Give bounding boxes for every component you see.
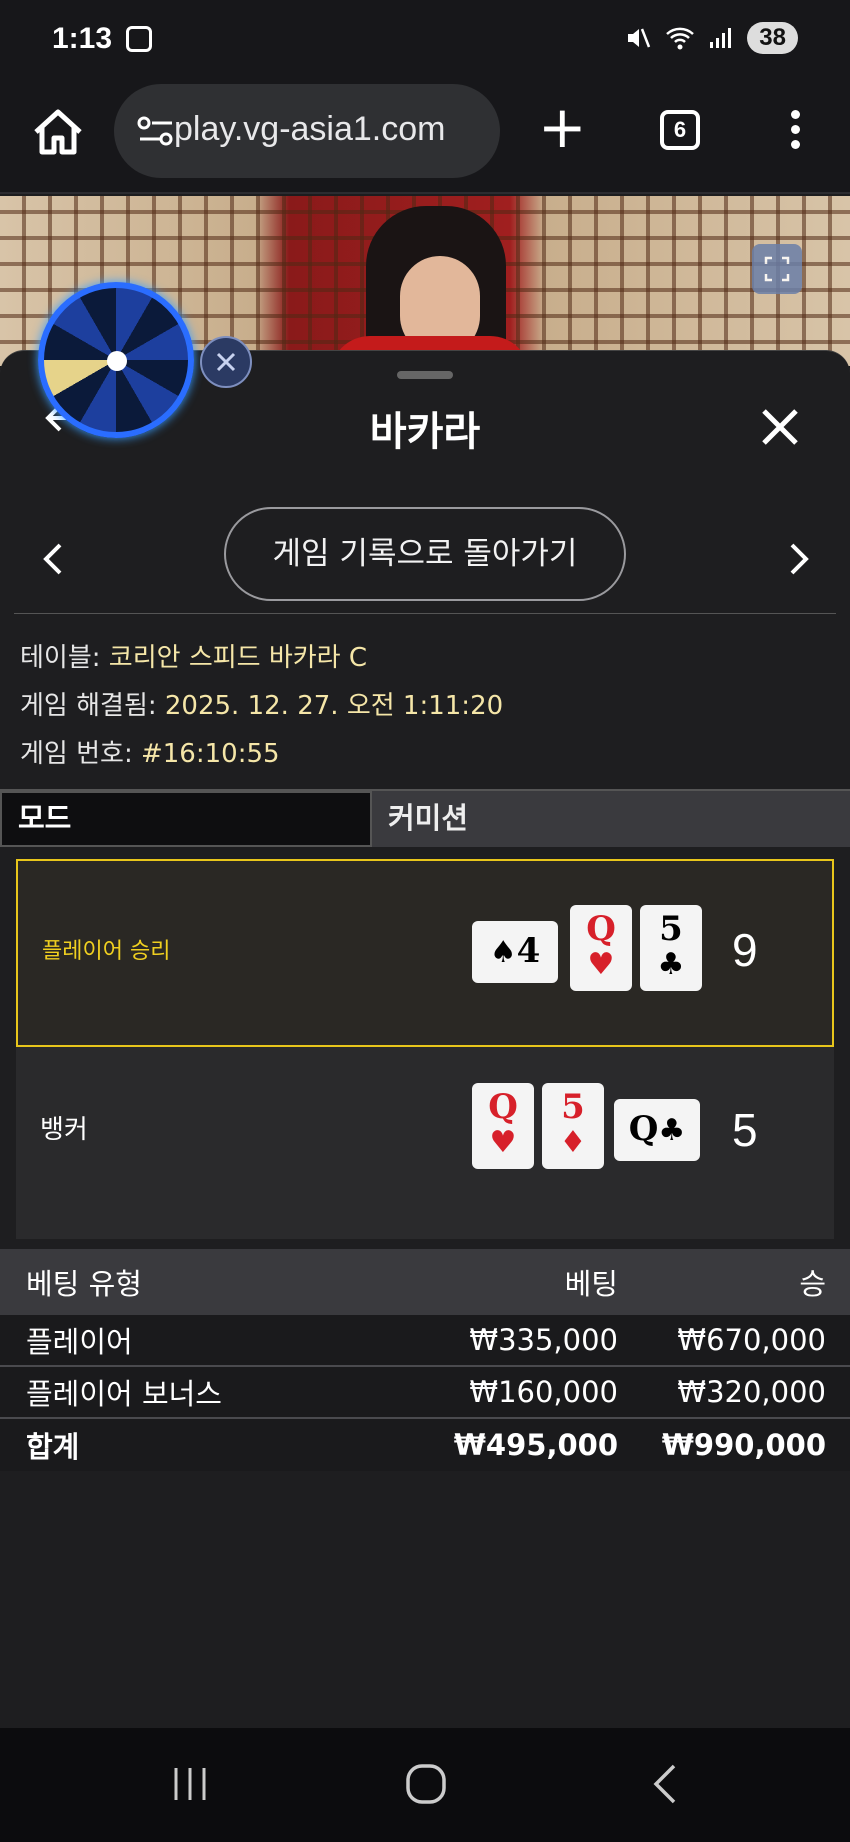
win-amount: ₩320,000	[677, 1375, 826, 1409]
banker-score: 5	[732, 1104, 758, 1156]
total-win: ₩990,000	[661, 1428, 826, 1462]
wheel-widget[interactable]	[38, 282, 194, 438]
wifi-icon	[666, 27, 695, 50]
playing-card: Q ♥	[472, 1083, 534, 1169]
hand-results: 플레이어 승리 ♠4 Q ♥ 5 ♣ 9 뱅커 Q ♥ 5 ♦ Q♣ 5	[16, 859, 834, 1239]
wheel-hub	[107, 351, 127, 371]
header-bet-type: 베팅 유형	[26, 1267, 142, 1301]
banker-row: 뱅커 Q ♥ 5 ♦ Q♣ 5	[16, 1047, 834, 1239]
game-number-info: 게임 번호: #16:10:55	[20, 733, 280, 770]
playing-card: 5 ♣	[640, 905, 702, 991]
total-bet: ₩495,000	[453, 1428, 618, 1462]
back-nav-icon[interactable]	[650, 1762, 680, 1806]
table-row: 플레이어 ₩335,000 ₩670,000	[0, 1315, 850, 1367]
game-detail-sheet: 바카라 게임 기록으로 돌아가기 테이블: 코리안 스피드 바카라 C 게임 해…	[0, 350, 850, 1728]
signal-icon	[710, 28, 732, 48]
banker-label: 뱅커	[40, 1115, 88, 1145]
chevron-right-icon[interactable]	[784, 539, 814, 579]
battery-indicator: 38	[747, 22, 798, 54]
table-row: 플레이어 보너스 ₩160,000 ₩320,000	[0, 1367, 850, 1419]
header-win: 승	[799, 1267, 826, 1301]
player-row: 플레이어 승리 ♠4 Q ♥ 5 ♣ 9	[16, 859, 834, 1047]
total-row: 합계 ₩495,000 ₩990,000	[0, 1419, 850, 1471]
tab-switcher-button[interactable]: 6	[660, 110, 700, 150]
header-bet: 베팅	[564, 1267, 618, 1301]
info-label: 테이블:	[20, 643, 109, 673]
playing-card: ♠4	[472, 921, 558, 983]
info-label: 게임 번호:	[20, 739, 141, 769]
info-value: #16:10:55	[140, 739, 280, 769]
info-label: 게임 해결됨:	[20, 691, 165, 721]
mute-icon	[628, 28, 651, 48]
player-score: 9	[732, 924, 758, 976]
playing-card: 5 ♦	[542, 1083, 604, 1169]
wheel-close-icon[interactable]	[200, 336, 252, 388]
tab-commission[interactable]: 커미션	[372, 791, 850, 847]
new-tab-button[interactable]: +	[538, 98, 587, 158]
more-menu-icon[interactable]	[780, 110, 810, 154]
playing-card: Q ♥	[570, 905, 632, 991]
status-time: 1:13	[52, 22, 113, 55]
recent-apps-icon[interactable]	[170, 1764, 210, 1804]
bet-type: 플레이어 보너스	[26, 1377, 222, 1411]
status-bar: 1:13 38	[0, 0, 850, 82]
back-to-history-button[interactable]: 게임 기록으로 돌아가기	[224, 507, 626, 601]
address-bar[interactable]: play.vg-asia1.com	[114, 84, 500, 178]
info-value: 2025. 12. 27. 오전 1:11:20	[164, 691, 504, 721]
playing-card: Q♣	[614, 1099, 700, 1161]
player-result-label: 플레이어 승리	[42, 939, 171, 964]
win-amount: ₩670,000	[677, 1323, 826, 1357]
settled-info: 게임 해결됨: 2025. 12. 27. 오전 1:11:20	[20, 685, 503, 722]
chevron-left-icon[interactable]	[38, 539, 68, 579]
total-label: 합계	[26, 1430, 80, 1464]
system-nav-bar	[0, 1728, 850, 1842]
bet-amount: ₩160,000	[469, 1375, 618, 1409]
bets-table-header: 베팅 유형 베팅 승	[0, 1249, 850, 1315]
site-settings-icon[interactable]	[136, 114, 176, 148]
tab-mode[interactable]: 모드	[0, 791, 372, 847]
fullscreen-icon[interactable]	[752, 244, 802, 294]
bet-type: 플레이어	[26, 1325, 133, 1359]
screenshot-icon	[126, 26, 152, 52]
bet-amount: ₩335,000	[469, 1323, 618, 1357]
drag-handle[interactable]	[397, 371, 453, 379]
status-icons: 38	[625, 22, 798, 54]
table-info: 테이블: 코리안 스피드 바카라 C	[20, 637, 367, 674]
info-value: 코리안 스피드 바카라 C	[108, 643, 368, 673]
divider	[14, 613, 836, 614]
home-nav-icon[interactable]	[404, 1762, 448, 1806]
close-icon[interactable]	[760, 407, 800, 447]
browser-toolbar: play.vg-asia1.com + 6	[0, 82, 850, 194]
url-text[interactable]: play.vg-asia1.com	[174, 110, 446, 149]
home-icon[interactable]	[30, 104, 86, 160]
mode-tabs: 모드 커미션	[0, 789, 850, 847]
